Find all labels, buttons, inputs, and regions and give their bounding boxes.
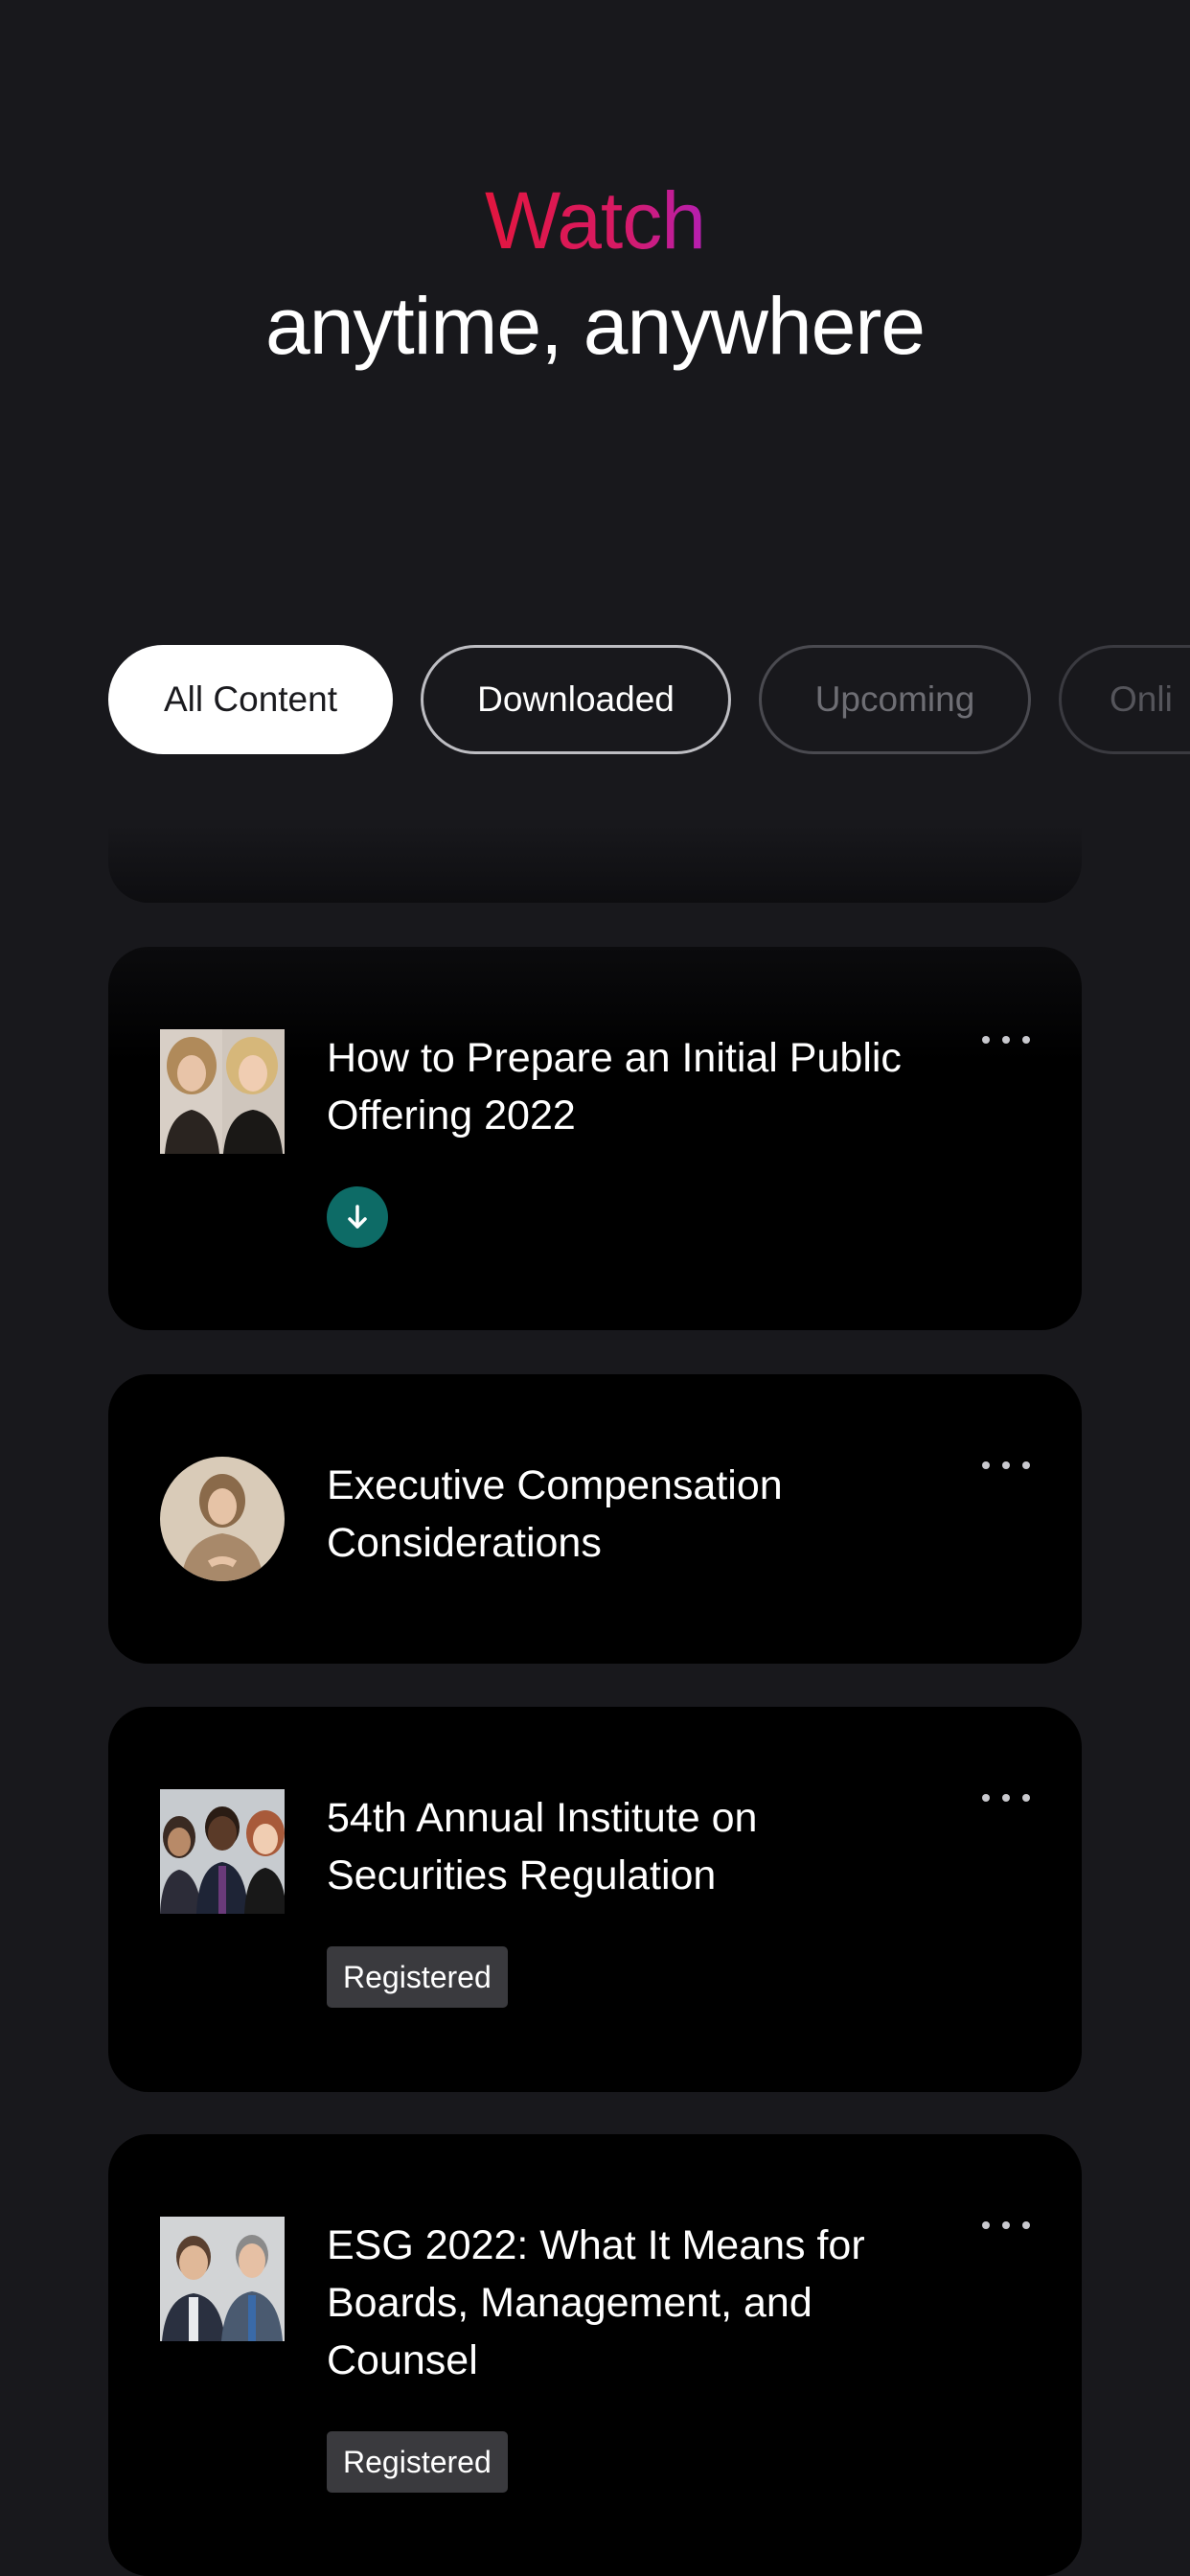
dot-icon	[1022, 1036, 1030, 1044]
more-options-button[interactable]	[982, 1783, 1030, 1812]
card-title: How to Prepare an Initial Public Offerin…	[327, 1035, 902, 1138]
content-filter-bar: All Content Downloaded Upcoming Onli	[108, 645, 1190, 754]
presenter-thumbnail	[160, 1457, 285, 1581]
dot-icon	[1002, 1461, 1010, 1469]
card-title: ESG 2022: What It Means for Boards, Mana…	[327, 2222, 865, 2383]
content-card[interactable]: Executive Compensation Considerations	[108, 1374, 1082, 1664]
filter-downloaded[interactable]: Downloaded	[421, 645, 731, 754]
presenters-thumbnail	[160, 1789, 285, 1914]
presenters-thumbnail	[160, 2217, 285, 2341]
card-title: 54th Annual Institute on Securities Regu…	[327, 1795, 758, 1898]
downloaded-status-badge	[327, 1186, 388, 1248]
content-card[interactable]: 54th Annual Institute on Securities Regu…	[108, 1707, 1082, 2092]
dot-icon	[1022, 2221, 1030, 2229]
card-title: Executive Compensation Considerations	[327, 1462, 783, 1566]
registered-badge: Registered	[327, 2431, 508, 2493]
dot-icon	[982, 1036, 990, 1044]
filter-online[interactable]: Onli	[1059, 645, 1190, 754]
download-icon	[348, 1205, 367, 1229]
dot-icon	[1002, 1036, 1010, 1044]
content-card[interactable]: How to Prepare an Initial Public Offerin…	[108, 947, 1082, 1330]
filter-all-content[interactable]: All Content	[108, 645, 393, 754]
filter-upcoming[interactable]: Upcoming	[759, 645, 1031, 754]
dot-icon	[982, 1461, 990, 1469]
hero-main-text: anytime, anywhere	[264, 281, 926, 371]
dot-icon	[1002, 1794, 1010, 1802]
dot-icon	[982, 1794, 990, 1802]
partial-card-above	[108, 824, 1082, 903]
more-options-button[interactable]	[982, 1025, 1030, 1054]
more-options-button[interactable]	[982, 2211, 1030, 2240]
hero-heading: Watch anytime, anywhere	[0, 168, 1190, 379]
more-options-button[interactable]	[982, 1451, 1030, 1480]
content-card[interactable]: ESG 2022: What It Means for Boards, Mana…	[108, 2134, 1082, 2576]
dot-icon	[1022, 1461, 1030, 1469]
dot-icon	[1002, 2221, 1010, 2229]
presenters-thumbnail	[160, 1029, 285, 1154]
registered-badge: Registered	[327, 1946, 508, 2008]
dot-icon	[982, 2221, 990, 2229]
dot-icon	[1022, 1794, 1030, 1802]
hero-accent-text: Watch	[485, 168, 706, 273]
